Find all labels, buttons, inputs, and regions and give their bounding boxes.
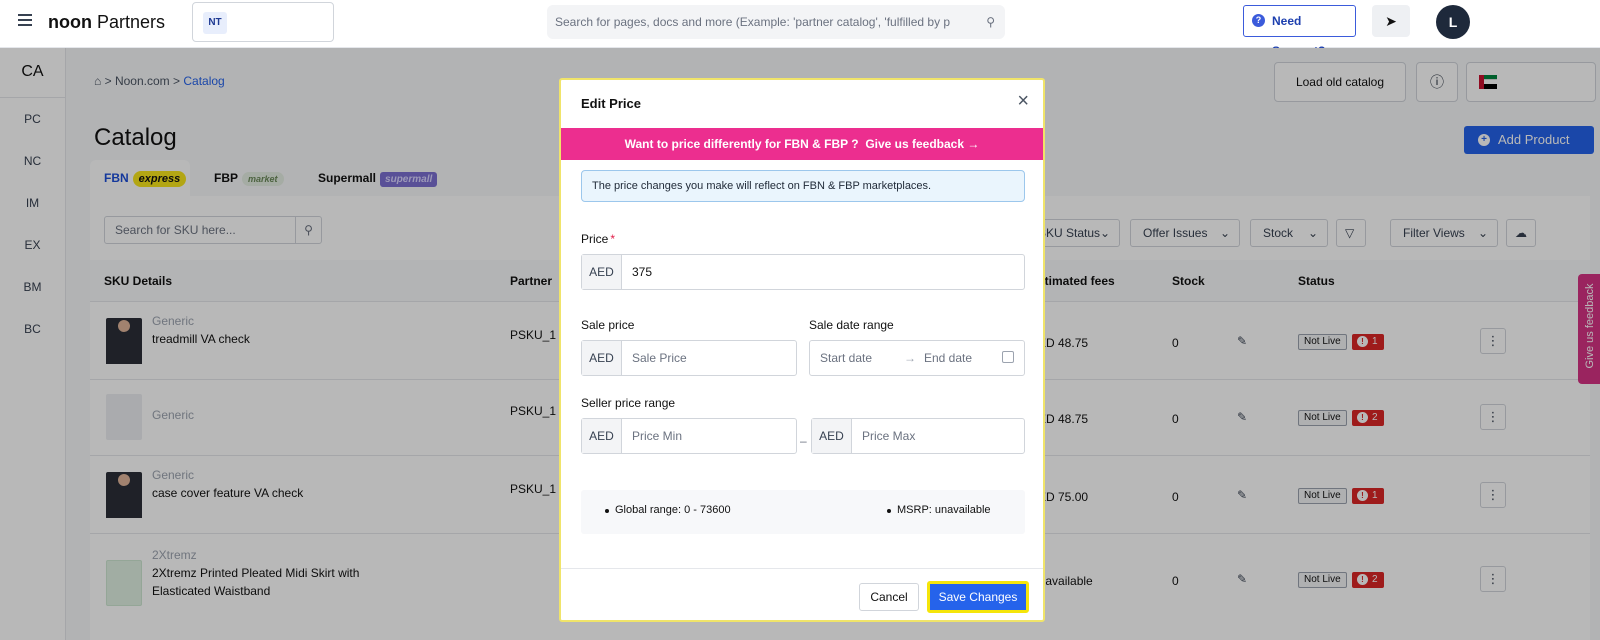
- price-label: Price *: [581, 232, 616, 246]
- store-selector[interactable]: NT: [192, 2, 334, 42]
- sale-price-label: Sale price: [581, 318, 635, 332]
- seller-price-range-label: Seller price range: [581, 396, 676, 410]
- close-icon[interactable]: ×: [1017, 90, 1029, 113]
- modal-title: Edit Price: [581, 96, 641, 111]
- start-date-field[interactable]: Start date: [820, 341, 872, 375]
- store-initials: NT: [203, 12, 227, 34]
- sale-price-input[interactable]: AED Sale Price: [581, 340, 797, 376]
- sale-date-range-picker[interactable]: Start date → End date: [809, 340, 1025, 376]
- info-notice: The price changes you make will reflect …: [581, 170, 1025, 202]
- edit-price-modal: Edit Price × Want to price differently f…: [559, 78, 1045, 622]
- arrow-right-icon: →: [967, 137, 980, 151]
- price-info-box: Global range: 0 - 73600 MSRP: unavailabl…: [581, 490, 1025, 534]
- price-min-input[interactable]: AED Price Min: [581, 418, 797, 454]
- top-bar: noon Partners NT Search for pages, docs …: [0, 0, 1600, 58]
- save-changes-button[interactable]: Save Changes: [927, 581, 1029, 613]
- cancel-button[interactable]: Cancel: [859, 583, 919, 611]
- noon-partners-logo[interactable]: noon Partners: [48, 12, 165, 33]
- help-circle-icon: ?: [1252, 14, 1265, 27]
- need-support-button[interactable]: ? Need Support?: [1243, 5, 1356, 58]
- price-input[interactable]: AED 375: [581, 254, 1025, 290]
- price-max-input[interactable]: AED Price Max: [811, 418, 1025, 454]
- global-range-text: Global range: 0 - 73600: [605, 504, 731, 516]
- hamburger-menu-icon[interactable]: [18, 14, 32, 28]
- feedback-promo-banner[interactable]: Want to price differently for FBN & FBP …: [561, 128, 1043, 160]
- rocket-icon[interactable]: ➤: [1372, 5, 1410, 37]
- range-separator: –: [800, 434, 807, 448]
- arrow-right-icon: →: [904, 351, 916, 365]
- global-search-input[interactable]: Search for pages, docs and more (Example…: [547, 5, 1005, 39]
- sale-date-range-label: Sale date range: [809, 318, 894, 332]
- calendar-icon: [1002, 351, 1014, 363]
- modal-footer-divider: [561, 568, 1043, 569]
- search-icon: ⚲: [986, 15, 995, 29]
- msrp-text: MSRP: unavailable: [887, 504, 991, 516]
- end-date-field[interactable]: End date: [924, 341, 972, 375]
- user-avatar[interactable]: L: [1436, 5, 1470, 39]
- give-feedback-link[interactable]: Give us feedback: [865, 137, 964, 151]
